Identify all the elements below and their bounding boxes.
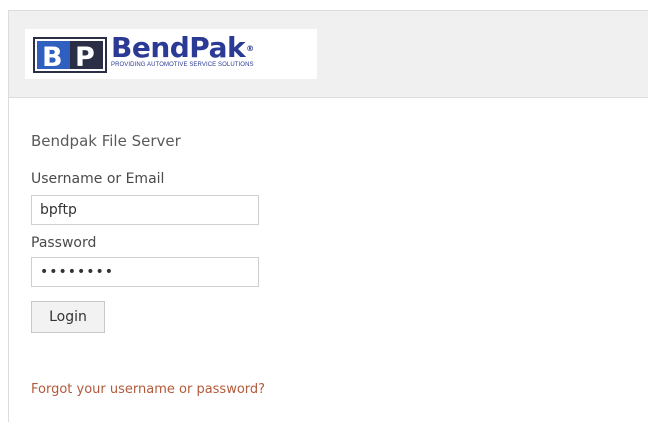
logo-mark-text: B	[42, 42, 63, 73]
logo-registered-mark: ®	[246, 44, 254, 53]
username-input[interactable]	[31, 195, 259, 225]
username-label: Username or Email	[31, 171, 165, 187]
forgot-credentials-link[interactable]: Forgot your username or password?	[31, 382, 265, 397]
page-title: Bendpak File Server	[31, 132, 181, 150]
password-input[interactable]	[31, 257, 259, 287]
bendpak-logo[interactable]: B P BendPak® PROVIDING AUTOMOTIVE SERVIC…	[25, 29, 317, 79]
logo-mark-text-p: P	[75, 42, 95, 73]
logo-tagline: PROVIDING AUTOMOTIVE SERVICE SOLUTIONS	[111, 62, 254, 68]
logo-brand-text: BendPak	[111, 31, 246, 64]
login-button[interactable]: Login	[31, 301, 105, 333]
bp-logo-mark-icon: B P	[33, 37, 107, 73]
password-label: Password	[31, 235, 97, 251]
logo-wordmark: BendPak®	[111, 32, 254, 65]
login-panel: B P BendPak® PROVIDING AUTOMOTIVE SERVIC…	[8, 10, 648, 422]
header-bar: B P BendPak® PROVIDING AUTOMOTIVE SERVIC…	[9, 11, 648, 98]
